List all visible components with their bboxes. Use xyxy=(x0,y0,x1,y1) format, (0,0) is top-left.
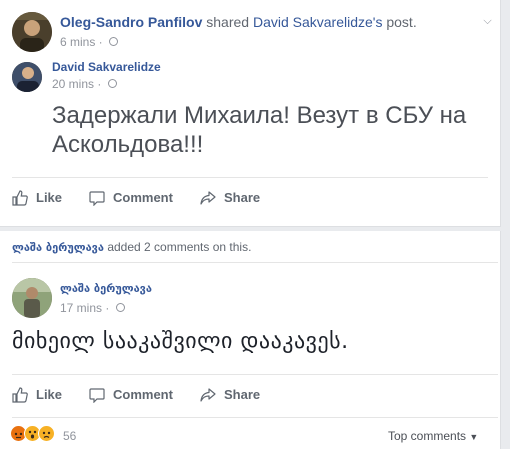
activity-user-link[interactable]: ლაშა ბერულავა xyxy=(12,241,104,254)
caret-down-icon: ▼ xyxy=(469,432,479,442)
post-text-line-2: Аскольдова!!! xyxy=(52,131,204,158)
divider xyxy=(12,417,498,418)
author-timestamp[interactable]: 20 mins xyxy=(52,77,94,91)
like-label: Like xyxy=(36,387,63,402)
share-icon xyxy=(200,388,216,402)
author-header: David Sakvarelidze xyxy=(52,60,161,74)
comment-icon xyxy=(89,191,105,206)
share-label: Share xyxy=(224,387,261,402)
share-button[interactable]: Share xyxy=(200,186,270,210)
post-text-line-1: Задержали Михаила! Везут в СБУ на xyxy=(52,102,467,129)
globe-icon xyxy=(109,37,119,47)
comment-actions: Like Comment Share xyxy=(0,383,510,407)
like-icon xyxy=(12,387,28,403)
comment-timestamp[interactable]: 17 mins xyxy=(60,301,102,315)
globe-icon xyxy=(115,303,125,313)
share-icon xyxy=(200,191,216,205)
like-icon xyxy=(12,190,28,206)
author-avatar[interactable] xyxy=(12,62,42,92)
top-comments-label: Top comments xyxy=(388,429,467,443)
comment-author-header: ლაშა ბერულავა xyxy=(60,282,152,295)
comment-author-link[interactable]: ლაშა ბერულავა xyxy=(60,282,152,295)
author-avatar-image xyxy=(12,62,42,92)
comment-button[interactable]: Comment xyxy=(89,186,179,210)
commenter-avatar[interactable] xyxy=(12,278,52,318)
divider xyxy=(12,374,498,375)
sharer-timestamp[interactable]: 6 mins xyxy=(60,35,95,49)
sharer-timestamp-row: 6 mins · xyxy=(60,35,119,49)
share-button[interactable]: Share xyxy=(200,383,270,407)
like-button[interactable]: Like xyxy=(12,186,72,210)
sharer-avatar[interactable] xyxy=(12,12,52,52)
sharer-avatar-image xyxy=(12,12,52,52)
post-actions: Like Comment Share xyxy=(0,186,500,210)
like-label: Like xyxy=(36,190,63,205)
shared-post-card: Oleg-Sandro Panfilov shared David Sakvar… xyxy=(0,0,501,227)
author-name-link[interactable]: David Sakvarelidze xyxy=(52,60,161,74)
globe-icon xyxy=(107,79,117,89)
share-label: Share xyxy=(224,190,261,205)
divider xyxy=(12,177,488,178)
post-body: Задержали Михаила! Везут в СБУ на Асколь… xyxy=(52,101,466,159)
post-link-text[interactable]: post. xyxy=(386,14,416,30)
comment-button[interactable]: Comment xyxy=(89,383,179,407)
comment-label: Comment xyxy=(113,387,173,402)
reaction-count[interactable]: 56 xyxy=(63,429,76,443)
comment-icon xyxy=(89,388,105,403)
top-comments-dropdown[interactable]: Top comments ▼ xyxy=(388,429,478,443)
commenter-avatar-image xyxy=(12,278,52,318)
author-timestamp-row: 20 mins · xyxy=(52,77,117,91)
comment-timestamp-row: 17 mins · xyxy=(60,301,125,315)
sad-icon xyxy=(38,425,55,442)
original-author-link[interactable]: David Sakvarelidze's xyxy=(253,14,383,30)
shared-text: shared xyxy=(206,14,250,30)
comment-label: Comment xyxy=(113,190,173,205)
share-header: Oleg-Sandro Panfilov shared David Sakvar… xyxy=(60,14,417,30)
sharer-name-link[interactable]: Oleg-Sandro Panfilov xyxy=(60,14,202,30)
like-button[interactable]: Like xyxy=(12,383,72,407)
activity-text: added 2 comments on this. xyxy=(107,240,252,254)
chevron-down-icon[interactable]: ⌵ xyxy=(482,16,493,27)
activity-header: ლაშა ბერულავა added 2 comments on this. xyxy=(12,240,251,254)
divider xyxy=(12,262,498,263)
comment-body: მიხეილ სააკაშვილი დააკავეს. xyxy=(12,329,349,354)
